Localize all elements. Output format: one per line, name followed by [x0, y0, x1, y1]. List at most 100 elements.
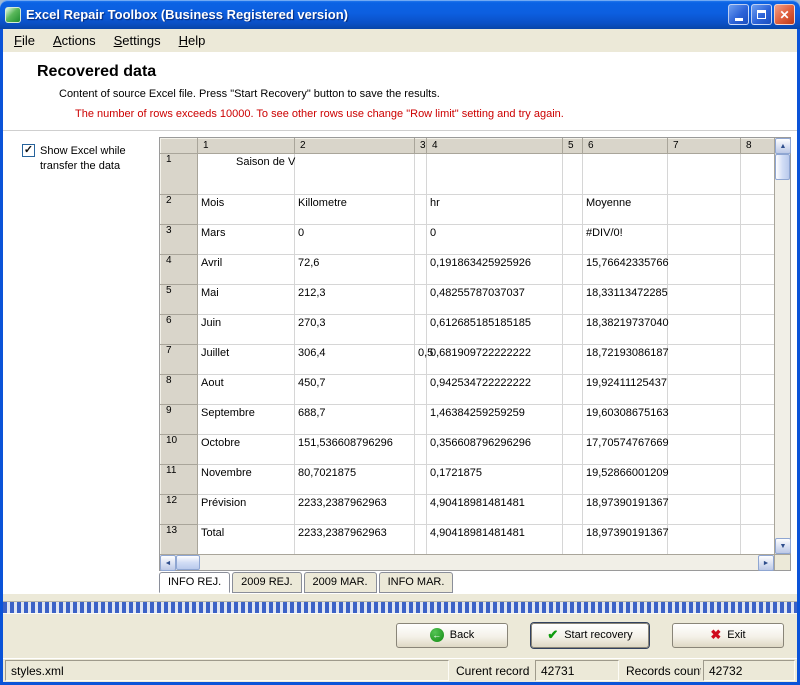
column-header-8[interactable]: 8: [741, 139, 775, 154]
exit-button[interactable]: ✖ Exit: [672, 623, 784, 648]
grid-cell[interactable]: 19,60308675163: [583, 405, 668, 435]
grid-cell[interactable]: [415, 405, 427, 435]
grid-cell[interactable]: 18,97390191367: [583, 495, 668, 525]
grid-cell[interactable]: [415, 525, 427, 555]
grid-cell[interactable]: [741, 195, 775, 225]
grid-cell[interactable]: [668, 315, 741, 345]
grid-cell[interactable]: 0,942534722222222: [427, 375, 563, 405]
grid-cell[interactable]: 151,536608796296: [295, 435, 415, 465]
grid-cell[interactable]: [563, 195, 583, 225]
grid-cell[interactable]: [295, 154, 415, 195]
vertical-scrollbar[interactable]: ▲ ▼: [774, 138, 790, 554]
row-header-3[interactable]: 3: [161, 225, 198, 255]
grid-cell[interactable]: [741, 315, 775, 345]
row-header-13[interactable]: 13: [161, 525, 198, 555]
grid-cell[interactable]: [415, 154, 427, 195]
grid-cell[interactable]: Avril: [198, 255, 295, 285]
grid-cell[interactable]: 18,33113472285: [583, 285, 668, 315]
grid-cell[interactable]: Killometre: [295, 195, 415, 225]
grid-cell[interactable]: 17,70574767669: [583, 435, 668, 465]
grid-cell[interactable]: [563, 255, 583, 285]
show-excel-checkbox[interactable]: ✓: [22, 144, 35, 157]
grid-cell[interactable]: [563, 465, 583, 495]
vertical-scroll-thumb[interactable]: [775, 154, 790, 180]
grid-cell[interactable]: 270,3: [295, 315, 415, 345]
grid-cell[interactable]: [563, 405, 583, 435]
grid-cell[interactable]: [427, 154, 563, 195]
grid-cell[interactable]: [415, 255, 427, 285]
grid-cell[interactable]: [668, 345, 741, 375]
grid-cell[interactable]: 4,90418981481481: [427, 525, 563, 555]
grid-cell[interactable]: [415, 225, 427, 255]
row-header-6[interactable]: 6: [161, 315, 198, 345]
grid-cell[interactable]: 0,5: [415, 345, 427, 375]
minimize-button[interactable]: [728, 4, 749, 25]
grid-cell[interactable]: 2233,2387962963: [295, 495, 415, 525]
scroll-right-button[interactable]: ►: [758, 555, 774, 571]
scroll-down-button[interactable]: ▼: [775, 538, 791, 554]
back-button[interactable]: ← Back: [396, 623, 508, 648]
grid-cell[interactable]: [668, 375, 741, 405]
grid-cell[interactable]: 0,681909722222222: [427, 345, 563, 375]
grid-cell[interactable]: 19,92411125437: [583, 375, 668, 405]
grid-cell[interactable]: 0,48255787037037: [427, 285, 563, 315]
grid-cell[interactable]: 18,97390191367: [583, 525, 668, 555]
grid-cell[interactable]: [415, 465, 427, 495]
menu-help[interactable]: Help: [170, 30, 215, 51]
grid-cell[interactable]: [741, 255, 775, 285]
horizontal-scroll-track[interactable]: [200, 555, 758, 570]
grid-cell[interactable]: Mai: [198, 285, 295, 315]
row-header-9[interactable]: 9: [161, 405, 198, 435]
grid-cell[interactable]: [415, 285, 427, 315]
grid-cell[interactable]: [668, 285, 741, 315]
menu-file[interactable]: File: [5, 30, 44, 51]
grid-cell[interactable]: [415, 315, 427, 345]
tab-info-mar[interactable]: INFO MAR.: [379, 572, 454, 593]
grid-cell[interactable]: hr: [427, 195, 563, 225]
grid-cell[interactable]: 72,6: [295, 255, 415, 285]
grid-cell[interactable]: [563, 375, 583, 405]
grid-cell[interactable]: [563, 525, 583, 555]
grid-cell[interactable]: [563, 285, 583, 315]
grid-cell[interactable]: [741, 285, 775, 315]
grid-corner[interactable]: [161, 139, 198, 154]
maximize-button[interactable]: [751, 4, 772, 25]
grid-cell[interactable]: [563, 225, 583, 255]
grid-cell[interactable]: [741, 345, 775, 375]
column-header-2[interactable]: 2: [295, 139, 415, 154]
grid-cell[interactable]: [415, 495, 427, 525]
grid-cell[interactable]: Septembre: [198, 405, 295, 435]
tab-2009-rej[interactable]: 2009 REJ.: [232, 572, 301, 593]
grid-cell[interactable]: Total: [198, 525, 295, 555]
grid-cell[interactable]: [415, 195, 427, 225]
column-header-3[interactable]: 3: [415, 139, 427, 154]
grid-cell[interactable]: [741, 525, 775, 555]
grid-cell[interactable]: 4,90418981481481: [427, 495, 563, 525]
grid-cell[interactable]: #DIV/0!: [583, 225, 668, 255]
scroll-up-button[interactable]: ▲: [775, 138, 791, 154]
grid-cell[interactable]: 450,7: [295, 375, 415, 405]
grid-cell[interactable]: [741, 225, 775, 255]
grid-cell[interactable]: 0,356608796296296: [427, 435, 563, 465]
grid-cell[interactable]: [415, 375, 427, 405]
grid-cell[interactable]: 1,46384259259259: [427, 405, 563, 435]
grid-cell[interactable]: [741, 435, 775, 465]
grid-cell[interactable]: Juillet: [198, 345, 295, 375]
grid-cell[interactable]: 212,3: [295, 285, 415, 315]
grid-cell[interactable]: 0: [427, 225, 563, 255]
tab-info-rej[interactable]: INFO REJ.: [159, 572, 230, 593]
grid-cell[interactable]: 15,76642335766: [583, 255, 668, 285]
grid-cell[interactable]: [563, 345, 583, 375]
row-header-2[interactable]: 2: [161, 195, 198, 225]
row-header-4[interactable]: 4: [161, 255, 198, 285]
grid-cell[interactable]: Mars: [198, 225, 295, 255]
grid-cell[interactable]: 0: [295, 225, 415, 255]
column-header-5[interactable]: 5: [563, 139, 583, 154]
grid-cell[interactable]: 306,4: [295, 345, 415, 375]
grid-cell[interactable]: [668, 495, 741, 525]
grid-cell[interactable]: Novembre: [198, 465, 295, 495]
horizontal-scroll-thumb[interactable]: [176, 555, 200, 570]
grid-cell[interactable]: [668, 154, 741, 195]
column-header-4[interactable]: 4: [427, 139, 563, 154]
column-header-6[interactable]: 6: [583, 139, 668, 154]
